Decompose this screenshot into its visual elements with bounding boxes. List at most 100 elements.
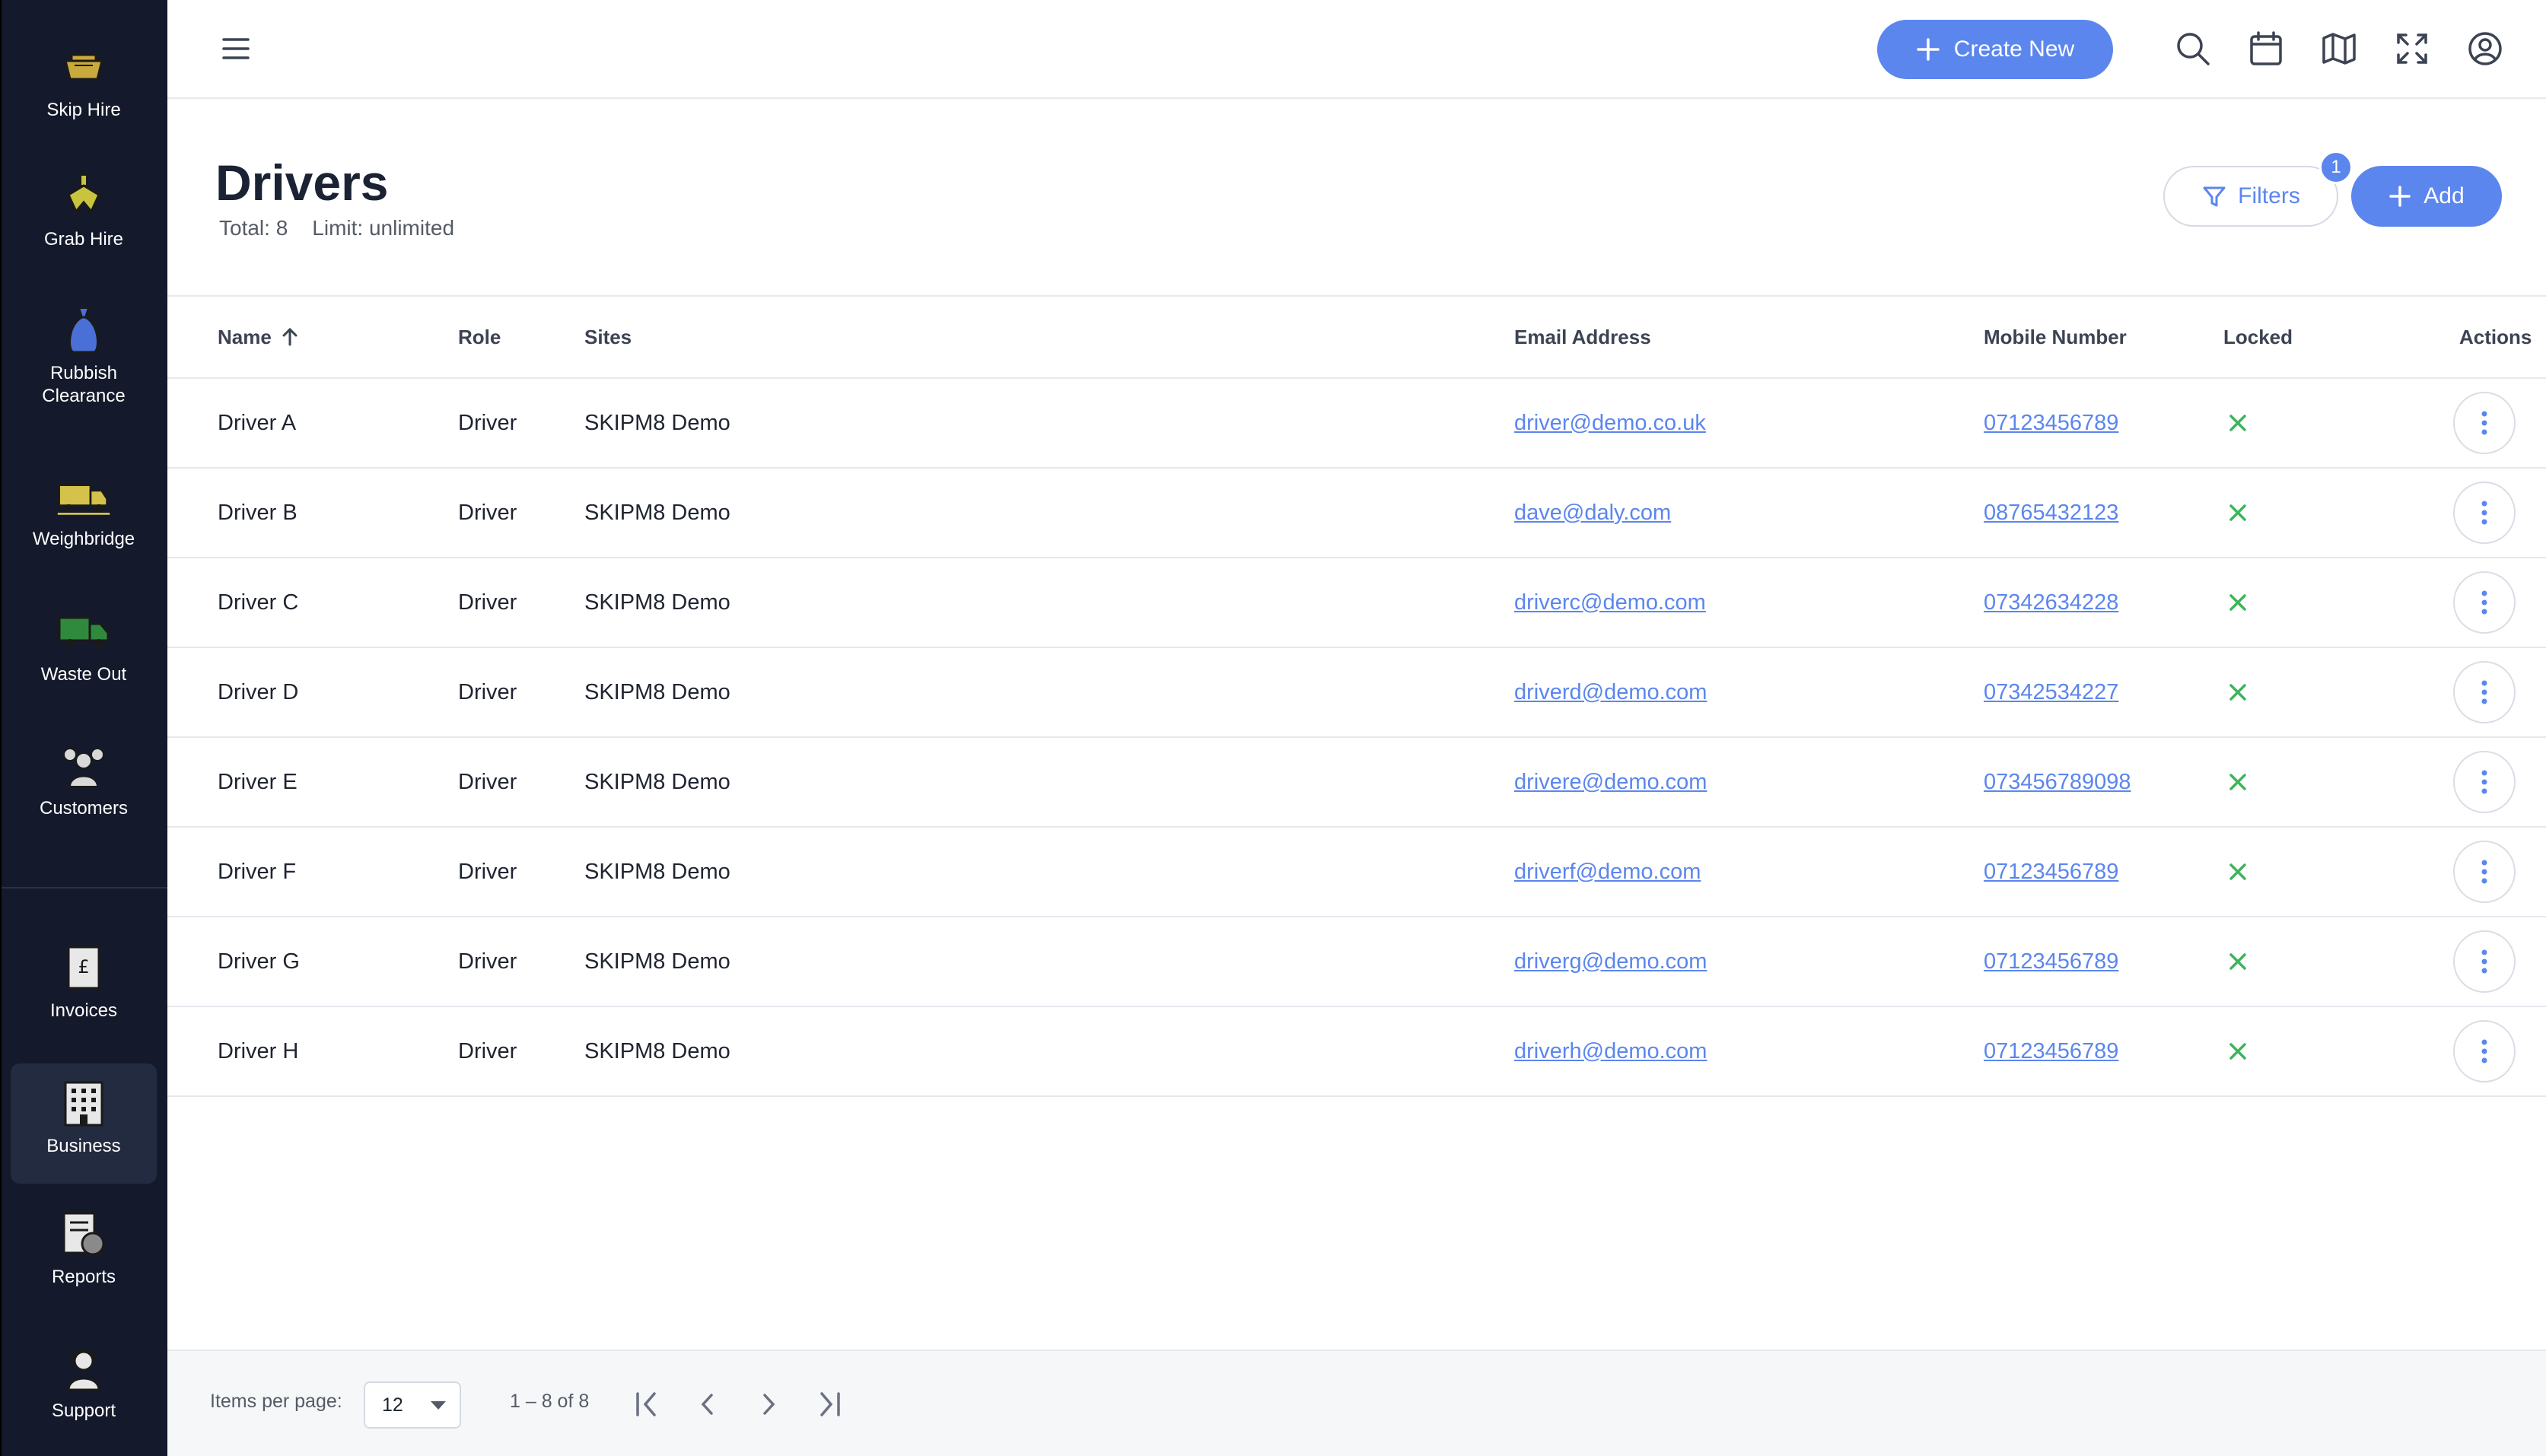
column-header-role: Role bbox=[458, 325, 501, 348]
first-page-icon bbox=[636, 1392, 656, 1416]
column-header-name[interactable]: Name bbox=[218, 297, 301, 377]
sidebar-item-weighbridge[interactable]: Weighbridge bbox=[11, 469, 157, 560]
driver-email-cell: drivere@demo.com bbox=[1514, 738, 1707, 826]
cross-icon bbox=[2229, 953, 2246, 970]
items-per-page-label: Items per page: bbox=[210, 1391, 342, 1412]
driver-name: Driver A bbox=[218, 410, 297, 435]
skip-icon bbox=[56, 40, 111, 94]
driver-email-cell: driver@demo.co.uk bbox=[1514, 379, 1706, 467]
locked-status bbox=[2223, 648, 2249, 736]
driver-mobile-cell: 073456789098 bbox=[1984, 738, 2131, 826]
driver-email-link[interactable]: driverg@demo.com bbox=[1514, 949, 1707, 974]
row-actions-button[interactable] bbox=[2453, 930, 2516, 993]
calendar-icon bbox=[2250, 31, 2282, 65]
last-page-icon bbox=[820, 1392, 840, 1416]
driver-name: Driver D bbox=[218, 679, 299, 704]
driver-mobile-link[interactable]: 08765432123 bbox=[1984, 501, 2118, 526]
actions-cell bbox=[2426, 379, 2516, 467]
driver-email-cell: driverc@demo.com bbox=[1514, 558, 1706, 647]
driver-email-link[interactable]: dave@daly.com bbox=[1514, 501, 1671, 526]
sidebar-item-reports[interactable]: Reports bbox=[11, 1206, 157, 1305]
grab-icon bbox=[56, 169, 111, 224]
table-row[interactable]: Driver D Driver SKIPM8 Demo driverd@demo… bbox=[167, 648, 2546, 738]
sidebar-item-waste-out[interactable]: Waste Out bbox=[11, 604, 157, 695]
more-vertical-icon bbox=[2481, 860, 2487, 884]
last-page-button[interactable] bbox=[810, 1384, 849, 1424]
add-driver-button[interactable]: Add bbox=[2351, 166, 2502, 227]
row-actions-button[interactable] bbox=[2453, 841, 2516, 903]
driver-mobile-link[interactable]: 07342534227 bbox=[1984, 680, 2118, 705]
driver-name: Driver F bbox=[218, 859, 297, 884]
map-button[interactable] bbox=[2319, 29, 2359, 68]
filters-label: Filters bbox=[2238, 183, 2300, 208]
total-count: Total: 8 bbox=[219, 216, 288, 240]
sidebar-item-invoices[interactable]: £ Invoices bbox=[11, 940, 157, 1039]
driver-mobile-link[interactable]: 07123456789 bbox=[1984, 860, 2118, 885]
driver-role: Driver bbox=[458, 500, 517, 525]
sidebar-item-grab-hire[interactable]: Grab Hire bbox=[11, 169, 157, 260]
table-row[interactable]: Driver G Driver SKIPM8 Demo driverg@demo… bbox=[167, 917, 2546, 1007]
column-header-actions: Actions bbox=[2459, 325, 2532, 348]
next-page-button[interactable] bbox=[749, 1384, 788, 1424]
table-row[interactable]: Driver B Driver SKIPM8 Demo dave@daly.co… bbox=[167, 469, 2546, 558]
driver-sites: SKIPM8 Demo bbox=[584, 769, 730, 794]
locked-status bbox=[2223, 558, 2249, 647]
first-page-button[interactable] bbox=[627, 1384, 667, 1424]
driver-email-link[interactable]: driverd@demo.com bbox=[1514, 680, 1707, 705]
row-actions-button[interactable] bbox=[2453, 571, 2516, 634]
table-row[interactable]: Driver H Driver SKIPM8 Demo driverh@demo… bbox=[167, 1007, 2546, 1097]
driver-mobile-link[interactable]: 07123456789 bbox=[1984, 411, 2118, 436]
sort-ascending-icon bbox=[282, 327, 298, 346]
driver-mobile-link[interactable]: 073456789098 bbox=[1984, 770, 2131, 795]
driver-mobile-cell: 07123456789 bbox=[1984, 917, 2118, 1006]
calendar-button[interactable] bbox=[2246, 29, 2286, 68]
sidebar-item-customers[interactable]: Customers bbox=[11, 738, 157, 829]
more-vertical-icon bbox=[2481, 680, 2487, 704]
driver-email-link[interactable]: drivere@demo.com bbox=[1514, 770, 1707, 795]
driver-sites: SKIPM8 Demo bbox=[584, 949, 730, 974]
account-button[interactable] bbox=[2465, 29, 2505, 68]
driver-email-cell: driverg@demo.com bbox=[1514, 917, 1707, 1006]
row-actions-button[interactable] bbox=[2453, 751, 2516, 813]
previous-page-button[interactable] bbox=[688, 1384, 727, 1424]
table-row[interactable]: Driver A Driver SKIPM8 Demo driver@demo.… bbox=[167, 379, 2546, 469]
row-actions-button[interactable] bbox=[2453, 661, 2516, 723]
driver-email-link[interactable]: driverh@demo.com bbox=[1514, 1039, 1707, 1064]
driver-sites: SKIPM8 Demo bbox=[584, 679, 730, 704]
filter-count-badge: 1 bbox=[2319, 151, 2353, 184]
page-range-label: 1 – 8 of 8 bbox=[510, 1391, 590, 1412]
table-row[interactable]: Driver F Driver SKIPM8 Demo driverf@demo… bbox=[167, 828, 2546, 917]
sidebar-item-rubbish-clearance[interactable]: Rubbish Clearance bbox=[11, 303, 157, 421]
driver-role: Driver bbox=[458, 679, 517, 704]
items-per-page-select[interactable]: 12 bbox=[364, 1381, 461, 1429]
row-actions-button[interactable] bbox=[2453, 392, 2516, 454]
driver-email-link[interactable]: driver@demo.co.uk bbox=[1514, 411, 1706, 436]
cross-icon bbox=[2229, 504, 2246, 521]
hamburger-icon bbox=[222, 38, 250, 59]
dropdown-caret-icon bbox=[431, 1401, 446, 1410]
fullscreen-icon bbox=[2397, 33, 2427, 64]
search-button[interactable] bbox=[2173, 29, 2213, 68]
driver-mobile-link[interactable]: 07342634228 bbox=[1984, 590, 2118, 615]
actions-cell bbox=[2426, 648, 2516, 736]
driver-name: Driver B bbox=[218, 500, 298, 525]
driver-email-link[interactable]: driverf@demo.com bbox=[1514, 860, 1701, 885]
sidebar-item-support[interactable]: Support bbox=[11, 1340, 157, 1439]
filter-icon bbox=[2203, 186, 2226, 207]
sidebar-item-label: Grab Hire bbox=[43, 229, 124, 250]
fullscreen-button[interactable] bbox=[2392, 29, 2432, 68]
driver-email-link[interactable]: driverc@demo.com bbox=[1514, 590, 1706, 615]
sidebar-item-business[interactable]: Business bbox=[11, 1063, 157, 1184]
filters-button[interactable]: Filters bbox=[2163, 166, 2338, 227]
driver-mobile-link[interactable]: 07123456789 bbox=[1984, 1039, 2118, 1064]
row-actions-button[interactable] bbox=[2453, 482, 2516, 544]
driver-mobile-link[interactable]: 07123456789 bbox=[1984, 949, 2118, 974]
menu-toggle-button[interactable] bbox=[219, 32, 253, 65]
create-new-button[interactable]: Create New bbox=[1877, 20, 2113, 79]
account-icon bbox=[2468, 32, 2502, 65]
table-row[interactable]: Driver E Driver SKIPM8 Demo drivere@demo… bbox=[167, 738, 2546, 828]
row-actions-button[interactable] bbox=[2453, 1020, 2516, 1082]
sidebar-item-skip-hire[interactable]: Skip Hire bbox=[11, 40, 157, 131]
search-icon bbox=[2177, 33, 2210, 65]
table-row[interactable]: Driver C Driver SKIPM8 Demo driverc@demo… bbox=[167, 558, 2546, 648]
